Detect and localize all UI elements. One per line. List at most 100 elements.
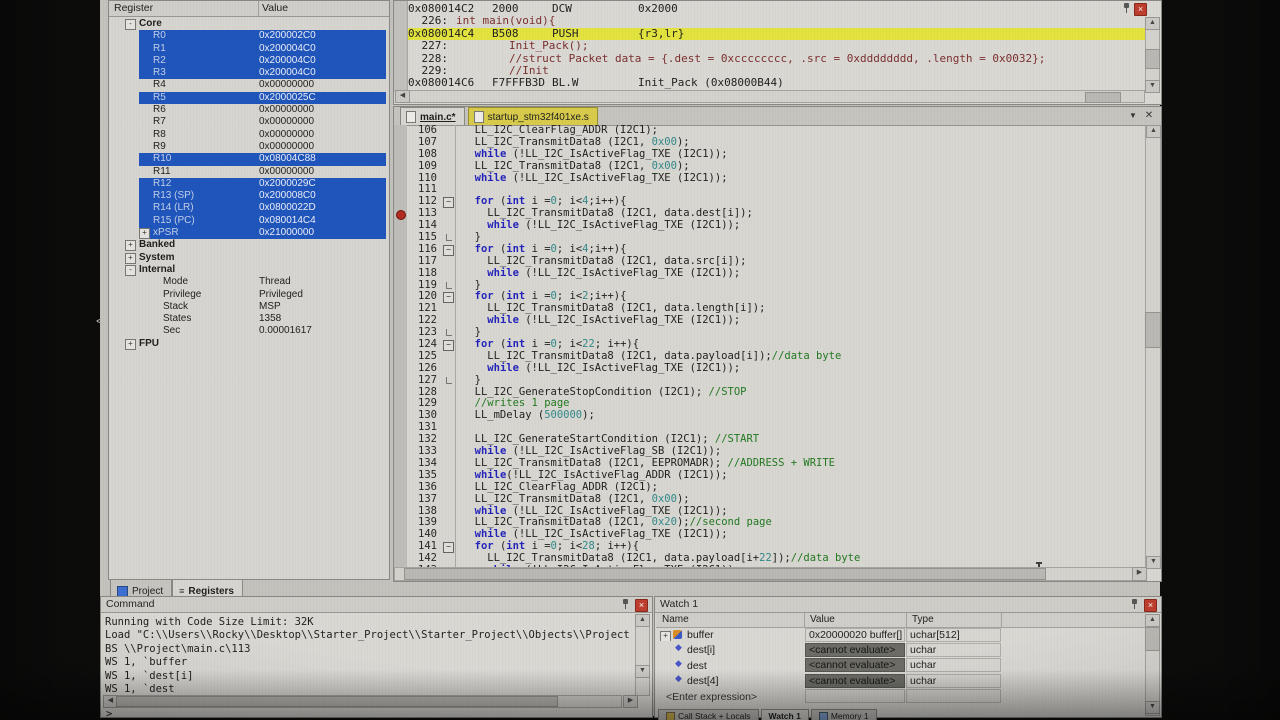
register-row[interactable]: R60x00000000 [109, 104, 389, 116]
register-row[interactable]: R10x200004C0 [109, 43, 389, 55]
register-row[interactable]: R80x00000000 [109, 129, 389, 141]
breakpoint-margin[interactable] [394, 387, 407, 399]
code-line[interactable]: 118 while (!LL_I2C_IsActiveFlag_TXE (I2C… [394, 268, 1146, 280]
fold-collapse-icon[interactable]: − [443, 245, 454, 256]
fold-margin[interactable] [442, 137, 456, 149]
breakpoint-margin[interactable] [394, 125, 407, 137]
fold-margin[interactable]: − [442, 541, 456, 553]
register-row[interactable]: R30x200004C0 [109, 67, 389, 79]
register-row[interactable]: States1358 [109, 313, 389, 325]
watch-value[interactable] [805, 689, 905, 703]
breakpoint-margin[interactable] [394, 232, 407, 244]
fold-margin[interactable] [442, 446, 456, 458]
register-row[interactable]: -Internal [109, 264, 389, 276]
breakpoint-margin[interactable] [394, 268, 407, 280]
watch-name[interactable]: ◆dest [656, 660, 804, 672]
pin-icon[interactable] [1131, 599, 1139, 610]
fold-margin[interactable] [442, 327, 456, 339]
breakpoint-margin[interactable] [394, 470, 407, 482]
fold-margin[interactable] [442, 351, 456, 363]
breakpoint-margin[interactable] [394, 375, 407, 387]
column-divider[interactable] [804, 613, 805, 627]
breakpoint-margin[interactable] [394, 196, 407, 208]
breakpoint-margin[interactable] [394, 327, 407, 339]
breakpoint-margin[interactable] [394, 517, 407, 529]
close-icon[interactable]: ✕ [1143, 110, 1155, 122]
register-row[interactable]: R13 (SP)0x200008C0 [109, 190, 389, 202]
disasm-vscroll-thumb[interactable] [1145, 49, 1160, 69]
fold-collapse-icon[interactable]: − [443, 542, 454, 553]
code-line[interactable]: 116− for (int i =0; i<4;i++){ [394, 244, 1146, 256]
breakpoint-margin[interactable] [394, 244, 407, 256]
column-divider[interactable] [1001, 613, 1002, 627]
expander-icon[interactable]: + [125, 240, 136, 251]
fold-collapse-icon[interactable]: − [443, 340, 454, 351]
pin-icon[interactable] [1123, 3, 1131, 14]
watch-value[interactable]: <cannot evaluate> [805, 658, 905, 672]
breakpoint-margin[interactable] [394, 363, 407, 375]
breakpoint-margin[interactable] [394, 553, 407, 565]
watch-row[interactable]: ◆dest[4]<cannot evaluate>uchar [656, 673, 1145, 688]
register-row[interactable]: R20x200004C0 [109, 55, 389, 67]
fold-margin[interactable]: − [442, 244, 456, 256]
code-line[interactable]: 137 LL_I2C_TransmitData8 (I2C1, 0x00); [394, 494, 1146, 506]
fold-margin[interactable]: − [442, 291, 456, 303]
fold-margin[interactable] [442, 458, 456, 470]
fold-margin[interactable]: − [442, 196, 456, 208]
fold-margin[interactable] [442, 553, 456, 565]
scroll-left-icon[interactable]: ◀ [395, 90, 410, 103]
code-line[interactable]: 122 while (!LL_I2C_IsActiveFlag_TXE (I2C… [394, 315, 1146, 327]
register-row[interactable]: Sec0.00001617 [109, 325, 389, 337]
watch-name[interactable]: ◆dest[4] [656, 675, 804, 687]
watch-value[interactable]: <cannot evaluate> [805, 674, 905, 688]
fold-margin[interactable] [442, 268, 456, 280]
breakpoint-margin[interactable] [394, 291, 407, 303]
breakpoint-margin[interactable] [394, 256, 407, 268]
tab-startup_stm32f401xe-s[interactable]: startup_stm32f401xe.s [468, 107, 598, 125]
register-row[interactable]: R40x00000000 [109, 79, 389, 91]
register-row[interactable]: R14 (LR)0x0800022D [109, 202, 389, 214]
register-row[interactable]: R100x08004C88 [109, 153, 389, 165]
fold-margin[interactable] [442, 280, 456, 292]
register-row[interactable]: R00x200002C0 [109, 30, 389, 42]
fold-collapse-icon[interactable]: − [443, 197, 454, 208]
watch-name[interactable]: <Enter expression> [656, 691, 804, 703]
breakpoint-margin[interactable] [394, 339, 407, 351]
expander-icon[interactable]: + [139, 228, 150, 239]
fold-margin[interactable] [442, 303, 456, 315]
breakpoint-margin[interactable] [394, 208, 407, 220]
column-divider[interactable] [258, 1, 259, 16]
breakpoint-margin[interactable] [394, 173, 407, 185]
fold-margin[interactable] [442, 422, 456, 434]
fold-margin[interactable] [442, 470, 456, 482]
fold-margin[interactable] [442, 517, 456, 529]
fold-margin[interactable] [442, 208, 456, 220]
scroll-down-icon[interactable]: ▼ [1145, 80, 1160, 93]
expander-icon[interactable]: + [125, 253, 136, 264]
fold-margin[interactable] [442, 363, 456, 375]
breakpoint-margin[interactable] [394, 137, 407, 149]
register-row[interactable]: +Banked [109, 239, 389, 251]
register-row[interactable]: R15 (PC)0x080014C4 [109, 215, 389, 227]
scroll-up-icon[interactable]: ▲ [1145, 614, 1160, 627]
tab-main-c-[interactable]: main.c* [400, 107, 465, 125]
register-row[interactable]: +System [109, 252, 389, 264]
fold-margin[interactable] [442, 482, 456, 494]
fold-margin[interactable] [442, 184, 456, 196]
code-line[interactable]: 109 LL_I2C_TransmitData8 (I2C1, 0x00); [394, 161, 1146, 173]
editor-hscroll-thumb[interactable] [404, 568, 1046, 580]
breakpoint-margin[interactable] [394, 458, 407, 470]
fold-margin[interactable] [442, 125, 456, 137]
scroll-up-icon[interactable]: ▲ [1146, 125, 1161, 138]
scroll-down-icon[interactable]: ▼ [1145, 701, 1160, 714]
watch-row[interactable]: ◆dest[i]<cannot evaluate>uchar [656, 642, 1145, 657]
register-row[interactable]: R90x00000000 [109, 141, 389, 153]
tab-call-stack-locals[interactable]: Call Stack + Locals [658, 709, 759, 720]
close-icon[interactable]: × [635, 599, 648, 612]
fold-margin[interactable] [442, 161, 456, 173]
watch-name[interactable]: +buffer [656, 629, 804, 641]
scroll-right-icon[interactable]: ▶ [623, 695, 638, 708]
breakpoint-margin[interactable] [394, 280, 407, 292]
breakpoint-margin[interactable] [394, 529, 407, 541]
fold-margin[interactable] [442, 220, 456, 232]
